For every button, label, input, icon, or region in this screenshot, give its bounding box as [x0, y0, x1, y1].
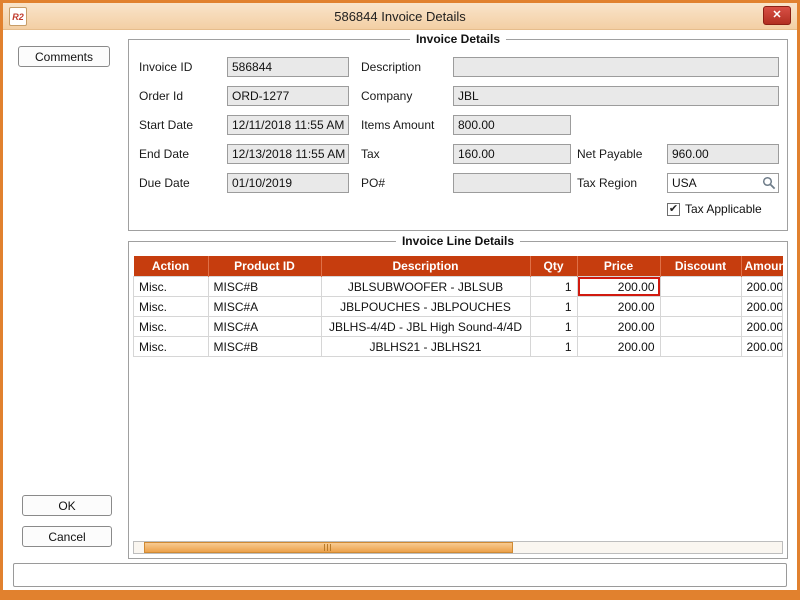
table-cell[interactable]: 1: [530, 297, 577, 317]
invoice-line-details-group: Invoice Line Details ActionProduct IDDes…: [128, 241, 788, 559]
table-row[interactable]: Misc.MISC#BJBLSUBWOOFER - JBLSUB1200.002…: [134, 277, 783, 297]
cancel-button[interactable]: Cancel: [22, 526, 112, 547]
table-cell[interactable]: Misc.: [134, 297, 209, 317]
table-cell[interactable]: 1: [530, 337, 577, 357]
table-cell[interactable]: 200.00: [577, 317, 660, 337]
table-cell[interactable]: MISC#A: [208, 297, 321, 317]
description-field[interactable]: [453, 57, 779, 77]
tax-region-value: USA: [672, 176, 697, 190]
po-number-field[interactable]: [453, 173, 571, 193]
start-date-label: Start Date: [139, 118, 227, 132]
end-date-field[interactable]: 12/13/2018 11:55 AM: [227, 144, 349, 164]
search-icon[interactable]: [762, 176, 776, 193]
window-title: 586844 Invoice Details: [334, 9, 466, 24]
table-cell[interactable]: 1: [530, 277, 577, 297]
description-label: Description: [361, 60, 453, 74]
column-header-price[interactable]: Price: [577, 256, 660, 277]
net-payable-label: Net Payable: [577, 147, 667, 161]
table-cell[interactable]: JBLHS-4/4D - JBL High Sound-4/4D: [321, 317, 530, 337]
table-header-row: ActionProduct IDDescriptionQtyPriceDisco…: [134, 256, 783, 277]
table-cell[interactable]: 200.00: [741, 337, 783, 357]
tax-region-field[interactable]: USA: [667, 173, 779, 193]
column-header-action[interactable]: Action: [134, 256, 209, 277]
close-icon[interactable]: ✕: [763, 6, 791, 25]
table-row[interactable]: Misc.MISC#AJBLHS-4/4D - JBL High Sound-4…: [134, 317, 783, 337]
line-items-table: ActionProduct IDDescriptionQtyPriceDisco…: [133, 256, 783, 357]
table-cell[interactable]: [660, 277, 741, 297]
table-cell[interactable]: 200.00: [577, 297, 660, 317]
app-logo-icon: R2: [9, 7, 27, 26]
line-items-body: Misc.MISC#BJBLSUBWOOFER - JBLSUB1200.002…: [134, 277, 783, 357]
table-cell[interactable]: Misc.: [134, 277, 209, 297]
invoice-line-details-group-title: Invoice Line Details: [396, 234, 520, 248]
tax-label: Tax: [361, 147, 453, 161]
column-header-product-id[interactable]: Product ID: [208, 256, 321, 277]
due-date-label: Due Date: [139, 176, 227, 190]
table-cell[interactable]: [660, 337, 741, 357]
table-cell[interactable]: [660, 317, 741, 337]
start-date-field[interactable]: 12/11/2018 11:55 AM: [227, 115, 349, 135]
table-cell[interactable]: MISC#A: [208, 317, 321, 337]
order-id-label: Order Id: [139, 89, 227, 103]
table-cell[interactable]: 200.00: [577, 277, 660, 297]
table-cell[interactable]: JBLSUBWOOFER - JBLSUB: [321, 277, 530, 297]
table-cell[interactable]: 200.00: [741, 317, 783, 337]
titlebar[interactable]: R2 586844 Invoice Details ✕: [3, 3, 797, 30]
table-cell[interactable]: Misc.: [134, 337, 209, 357]
table-cell[interactable]: 200.00: [741, 277, 783, 297]
table-cell[interactable]: 200.00: [741, 297, 783, 317]
table-row[interactable]: Misc.MISC#AJBLPOUCHES - JBLPOUCHES1200.0…: [134, 297, 783, 317]
tax-field[interactable]: 160.00: [453, 144, 571, 164]
items-amount-field[interactable]: 800.00: [453, 115, 571, 135]
invoice-details-group: Invoice Details Invoice ID 586844 Descri…: [128, 39, 788, 231]
ok-button[interactable]: OK: [22, 495, 112, 516]
invoice-details-group-title: Invoice Details: [410, 32, 506, 46]
table-row[interactable]: Misc.MISC#BJBLHS21 - JBLHS211200.00200.0…: [134, 337, 783, 357]
table-cell[interactable]: 1: [530, 317, 577, 337]
table-cell[interactable]: MISC#B: [208, 277, 321, 297]
table-cell[interactable]: 200.00: [577, 337, 660, 357]
table-cell[interactable]: JBLPOUCHES - JBLPOUCHES: [321, 297, 530, 317]
tax-applicable-label: Tax Applicable: [685, 202, 762, 216]
due-date-field[interactable]: 01/10/2019: [227, 173, 349, 193]
column-header-qty[interactable]: Qty: [530, 256, 577, 277]
table-cell[interactable]: [660, 297, 741, 317]
invoice-id-field[interactable]: 586844: [227, 57, 349, 77]
order-id-field[interactable]: ORD-1277: [227, 86, 349, 106]
tax-applicable-row: ✔ Tax Applicable: [667, 202, 779, 216]
column-header-amount[interactable]: Amount: [741, 256, 783, 277]
column-header-discount[interactable]: Discount: [660, 256, 741, 277]
po-number-label: PO#: [361, 176, 453, 190]
invoice-id-label: Invoice ID: [139, 60, 227, 74]
scrollbar-grip-icon: [324, 544, 333, 551]
horizontal-scrollbar[interactable]: [133, 541, 783, 554]
invoice-fields: Invoice ID 586844 Description Order Id O…: [129, 40, 787, 221]
table-cell[interactable]: JBLHS21 - JBLHS21: [321, 337, 530, 357]
company-label: Company: [361, 89, 453, 103]
table-cell[interactable]: MISC#B: [208, 337, 321, 357]
column-header-description[interactable]: Description: [321, 256, 530, 277]
tax-applicable-checkbox[interactable]: ✔: [667, 203, 680, 216]
net-payable-field[interactable]: 960.00: [667, 144, 779, 164]
comments-button[interactable]: Comments: [18, 46, 110, 67]
scrollbar-thumb[interactable]: [144, 542, 513, 553]
end-date-label: End Date: [139, 147, 227, 161]
table-cell[interactable]: Misc.: [134, 317, 209, 337]
items-amount-label: Items Amount: [361, 118, 453, 132]
status-bar: [13, 563, 787, 587]
company-field[interactable]: JBL: [453, 86, 779, 106]
invoice-details-window: R2 586844 Invoice Details ✕ Comments OK …: [0, 0, 800, 600]
tax-region-label: Tax Region: [577, 176, 667, 190]
